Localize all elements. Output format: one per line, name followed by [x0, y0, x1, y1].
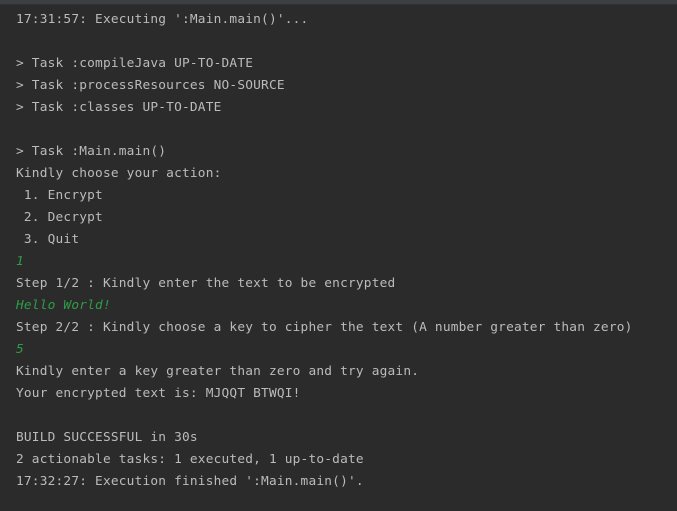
console-input-line: 1: [16, 254, 24, 269]
console-output-line: > Task :processResources NO-SOURCE: [16, 78, 285, 93]
console-output-line: Your encrypted text is: MJQQT BTWQI!: [16, 386, 301, 401]
console-output-line: 2. Decrypt: [16, 210, 103, 225]
console-input-line: Hello World!: [16, 298, 111, 313]
console-output-line: 17:32:27: Execution finished ':Main.main…: [16, 474, 364, 489]
console-output-line: > Task :classes UP-TO-DATE: [16, 100, 222, 115]
console-output[interactable]: 17:31:57: Executing ':Main.main()'... > T…: [16, 9, 677, 493]
console-output-line: Step 2/2 : Kindly choose a key to cipher…: [16, 320, 633, 335]
console-output-line: Kindly enter a key greater than zero and…: [16, 364, 420, 379]
console-output-line: 1. Encrypt: [16, 188, 103, 203]
console-output-line: Kindly choose your action:: [16, 166, 222, 181]
run-console[interactable]: 17:31:57: Executing ':Main.main()'... > T…: [0, 0, 677, 511]
console-output-line: BUILD SUCCESSFUL in 30s: [16, 430, 198, 445]
console-input-line: 5: [16, 342, 24, 357]
console-output-line: Step 1/2 : Kindly enter the text to be e…: [16, 276, 396, 291]
console-output-line: 3. Quit: [16, 232, 80, 247]
console-output-line: 17:31:57: Executing ':Main.main()'...: [16, 12, 309, 27]
console-top-border: [0, 0, 677, 5]
console-output-line: > Task :compileJava UP-TO-DATE: [16, 56, 254, 71]
console-output-line: > Task :Main.main(): [16, 144, 167, 159]
console-output-line: 2 actionable tasks: 1 executed, 1 up-to-…: [16, 452, 364, 467]
